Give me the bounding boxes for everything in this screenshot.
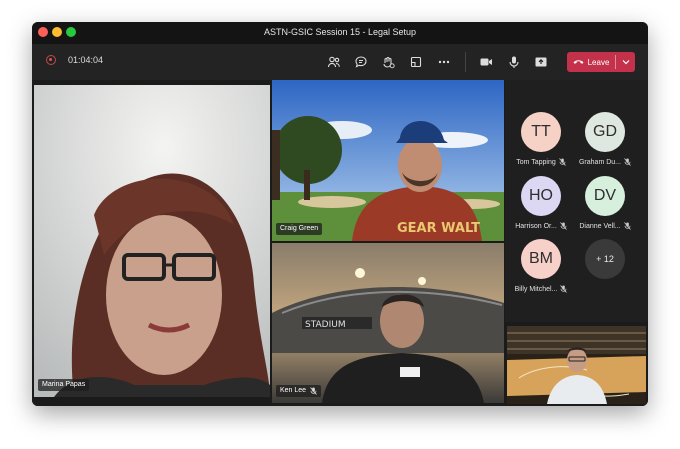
roster-name-row: Harrison Or... xyxy=(507,222,575,230)
window-title: ASTN-GSIC Session 15 - Legal Setup xyxy=(263,27,417,37)
more-options-button[interactable] xyxy=(434,52,454,72)
roster-name-row: Graham Du... xyxy=(571,158,639,166)
video-tile-marina[interactable]: Marina Papas xyxy=(34,85,270,397)
participant-name: Billy Mitchel... xyxy=(514,285,558,293)
participant-video: STADIUM xyxy=(272,243,504,403)
camera-button[interactable] xyxy=(476,52,496,72)
participant-video xyxy=(34,85,270,397)
camera-icon xyxy=(480,58,492,66)
participant-name-chip: Craig Green xyxy=(276,223,323,235)
chat-icon xyxy=(355,56,367,68)
chat-button[interactable] xyxy=(351,52,371,72)
mic-off-icon xyxy=(560,285,568,293)
mic-button[interactable] xyxy=(504,52,524,72)
people-button[interactable] xyxy=(324,52,344,72)
self-view-video xyxy=(507,326,646,404)
roster-person[interactable]: GD Graham Du... xyxy=(571,112,639,166)
roster-name-row: Tom Tapping xyxy=(507,158,575,166)
chevron-down-icon xyxy=(622,60,630,65)
video-tile-ken[interactable]: STADIUM Ken Lee xyxy=(272,243,504,403)
participant-name: Craig Green xyxy=(280,225,319,232)
svg-text:STADIUM: STADIUM xyxy=(305,320,346,330)
leave-label: Leave xyxy=(587,57,610,67)
share-screen-button[interactable] xyxy=(531,52,551,72)
participant-name: Graham Du... xyxy=(578,158,621,166)
reactions-icon xyxy=(383,56,395,69)
svg-text:GEAR WALT: GEAR WALT xyxy=(397,221,480,236)
title-bar: ASTN-GSIC Session 15 - Legal Setup xyxy=(32,22,648,44)
meeting-toolbar: 01:04:04 Leave xyxy=(32,44,648,80)
leave-button[interactable]: Leave xyxy=(567,52,615,72)
share-tray-button[interactable] xyxy=(406,52,426,72)
leave-options-button[interactable] xyxy=(619,55,633,69)
participant-roster: TT Tom Tapping GD Graham Du... HO Harris… xyxy=(505,80,648,322)
video-tile-craig[interactable]: GEAR WALT Craig Green xyxy=(272,80,504,241)
participant-name: Harrison Or... xyxy=(515,222,557,230)
more-icon xyxy=(438,60,450,64)
recording-icon xyxy=(46,55,56,65)
mic-off-icon xyxy=(623,222,631,230)
roster-person[interactable]: BM Billy Mitchel... xyxy=(507,239,575,293)
avatar: GD xyxy=(585,112,625,152)
more-participants-count: + 12 xyxy=(585,239,625,279)
teams-meeting-window: ASTN-GSIC Session 15 - Legal Setup 01:04… xyxy=(32,22,648,406)
avatar: TT xyxy=(521,112,561,152)
mic-icon xyxy=(509,56,519,68)
roster-person[interactable]: TT Tom Tapping xyxy=(507,112,575,166)
meeting-stage: Marina Papas GEAR WALT Craig Green STADI… xyxy=(32,80,648,406)
leave-button-group: Leave xyxy=(567,52,635,72)
roster-name-row: Billy Mitchel... xyxy=(507,285,575,293)
avatar: BM xyxy=(521,239,561,279)
participant-name: Tom Tapping xyxy=(516,158,556,166)
toolbar-separator xyxy=(465,52,466,72)
reactions-button[interactable] xyxy=(378,52,398,72)
avatar: DV xyxy=(585,176,625,216)
meeting-timer: 01:04:04 xyxy=(68,55,104,65)
people-icon xyxy=(327,56,340,68)
more-participants-button[interactable]: + 12 xyxy=(571,239,639,279)
share-tray-icon xyxy=(410,56,422,68)
mic-off-icon xyxy=(310,387,317,395)
participant-name: Marina Papas xyxy=(42,381,86,388)
roster-person[interactable]: DV Dianne Vell... xyxy=(571,176,639,230)
participant-video: GEAR WALT xyxy=(272,80,504,241)
mic-off-icon xyxy=(559,222,567,230)
roster-name-row: Dianne Vell... xyxy=(571,222,639,230)
mic-off-icon xyxy=(558,158,566,166)
leave-divider xyxy=(615,55,616,69)
avatar: HO xyxy=(521,176,561,216)
phone-hangup-icon xyxy=(573,60,583,64)
mic-off-icon xyxy=(624,158,631,166)
share-icon xyxy=(535,57,547,67)
participant-name: Dianne Vell... xyxy=(579,222,621,230)
participant-name: Ken Lee xyxy=(280,387,307,394)
self-view-tile[interactable] xyxy=(507,326,646,404)
participant-name-chip: Ken Lee xyxy=(276,385,322,397)
participant-name-chip: Marina Papas xyxy=(38,379,90,391)
roster-person[interactable]: HO Harrison Or... xyxy=(507,176,575,230)
